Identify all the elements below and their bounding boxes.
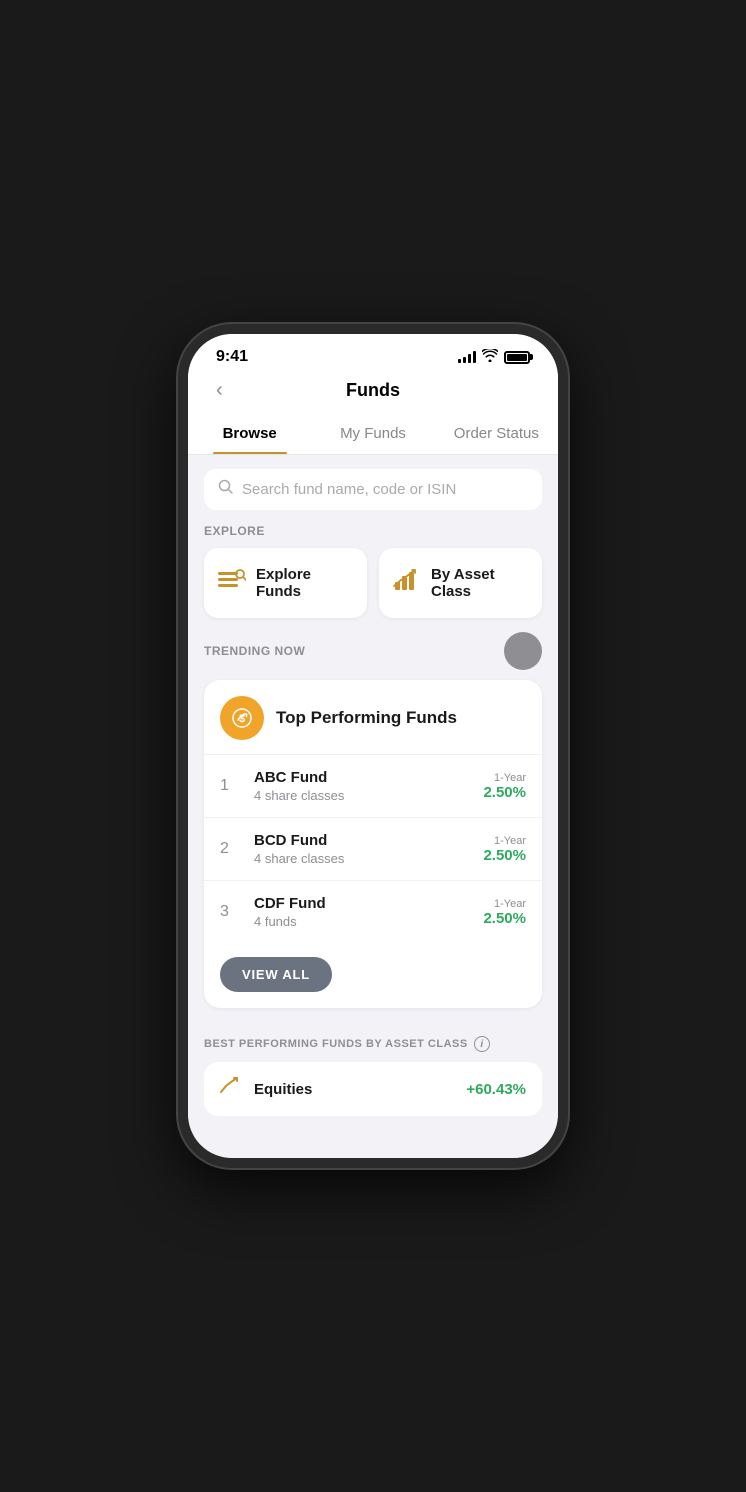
status-icons xyxy=(458,349,530,365)
explore-cards: Explore Funds xyxy=(204,548,542,618)
view-all-button[interactable]: VIEW ALL xyxy=(220,957,332,992)
equities-item[interactable]: Equities +60.43% xyxy=(204,1062,542,1116)
trending-section: TRENDING NOW $ Top Perfo xyxy=(188,632,558,1022)
trending-header: TRENDING NOW xyxy=(204,632,542,670)
by-asset-class-card[interactable]: By Asset Class xyxy=(379,548,542,618)
trending-label: TRENDING NOW xyxy=(204,644,305,658)
fund-return: 2.50% xyxy=(483,910,526,927)
search-icon xyxy=(218,479,234,500)
fund-item[interactable]: 2 BCD Fund 4 share classes 1-Year 2.50% xyxy=(204,817,542,880)
best-header: BEST PERFORMING FUNDS BY ASSET CLASS i xyxy=(204,1036,542,1052)
battery-icon xyxy=(504,351,530,364)
explore-funds-card[interactable]: Explore Funds xyxy=(204,548,367,618)
status-bar: 9:41 xyxy=(188,334,558,374)
asset-class-icon xyxy=(393,568,421,599)
best-section-label: BEST PERFORMING FUNDS BY ASSET CLASS xyxy=(204,1038,468,1050)
fund-name: BCD Fund xyxy=(254,832,483,849)
info-icon[interactable]: i xyxy=(474,1036,490,1052)
fund-item[interactable]: 1 ABC Fund 4 share classes 1-Year 2.50% xyxy=(204,754,542,817)
search-section: Search fund name, code or ISIN xyxy=(188,455,558,524)
fund-period: 1-Year xyxy=(483,835,526,847)
fund-rank: 3 xyxy=(220,903,244,921)
fund-performance: 1-Year 2.50% xyxy=(483,898,526,927)
fund-info: BCD Fund 4 share classes xyxy=(254,832,483,866)
equities-label: Equities xyxy=(254,1081,454,1098)
content-area: Search fund name, code or ISIN EXPLORE xyxy=(188,455,558,1158)
signal-icon xyxy=(458,351,476,363)
fund-performance: 1-Year 2.50% xyxy=(483,835,526,864)
fund-sub: 4 share classes xyxy=(254,788,483,803)
explore-funds-label: Explore Funds xyxy=(256,566,353,600)
back-button[interactable]: ‹ xyxy=(208,375,231,406)
trending-card-header: $ Top Performing Funds xyxy=(204,680,542,754)
trending-nav-button[interactable] xyxy=(504,632,542,670)
fund-info: ABC Fund 4 share classes xyxy=(254,769,483,803)
explore-section: EXPLORE Explore xyxy=(188,524,558,632)
fund-info: CDF Fund 4 funds xyxy=(254,895,483,929)
fund-rank: 1 xyxy=(220,777,244,795)
view-all-section: VIEW ALL xyxy=(220,957,332,992)
search-placeholder: Search fund name, code or ISIN xyxy=(242,481,456,498)
fund-period: 1-Year xyxy=(483,772,526,784)
explore-funds-icon xyxy=(218,568,246,599)
page-title: Funds xyxy=(346,380,400,401)
explore-section-label: EXPLORE xyxy=(204,524,542,538)
wifi-icon xyxy=(482,349,498,365)
tab-browse[interactable]: Browse xyxy=(188,413,311,454)
equities-icon xyxy=(220,1076,242,1102)
tab-my-funds[interactable]: My Funds xyxy=(311,413,434,454)
best-performing-section: BEST PERFORMING FUNDS BY ASSET CLASS i E… xyxy=(188,1022,558,1116)
by-asset-class-label: By Asset Class xyxy=(431,566,528,600)
fund-sub: 4 share classes xyxy=(254,851,483,866)
fund-rank: 2 xyxy=(220,840,244,858)
status-time: 9:41 xyxy=(216,348,248,366)
trending-card-title: Top Performing Funds xyxy=(276,708,457,728)
phone-screen: 9:41 xyxy=(188,334,558,1158)
equities-return: +60.43% xyxy=(466,1081,526,1098)
fund-item[interactable]: 3 CDF Fund 4 funds 1-Year 2.50% xyxy=(204,880,542,943)
fund-sub: 4 funds xyxy=(254,914,483,929)
fund-name: ABC Fund xyxy=(254,769,483,786)
trending-icon: $ xyxy=(220,696,264,740)
trending-card: $ Top Performing Funds 1 ABC Fund 4 sha xyxy=(204,680,542,1008)
fund-name: CDF Fund xyxy=(254,895,483,912)
search-bar[interactable]: Search fund name, code or ISIN xyxy=(204,469,542,510)
phone-frame: 9:41 xyxy=(178,324,568,1168)
fund-period: 1-Year xyxy=(483,898,526,910)
fund-return: 2.50% xyxy=(483,784,526,801)
tabs-container: Browse My Funds Order Status xyxy=(188,413,558,455)
tab-order-status[interactable]: Order Status xyxy=(435,413,558,454)
fund-performance: 1-Year 2.50% xyxy=(483,772,526,801)
nav-bar: ‹ Funds xyxy=(188,374,558,413)
fund-return: 2.50% xyxy=(483,847,526,864)
